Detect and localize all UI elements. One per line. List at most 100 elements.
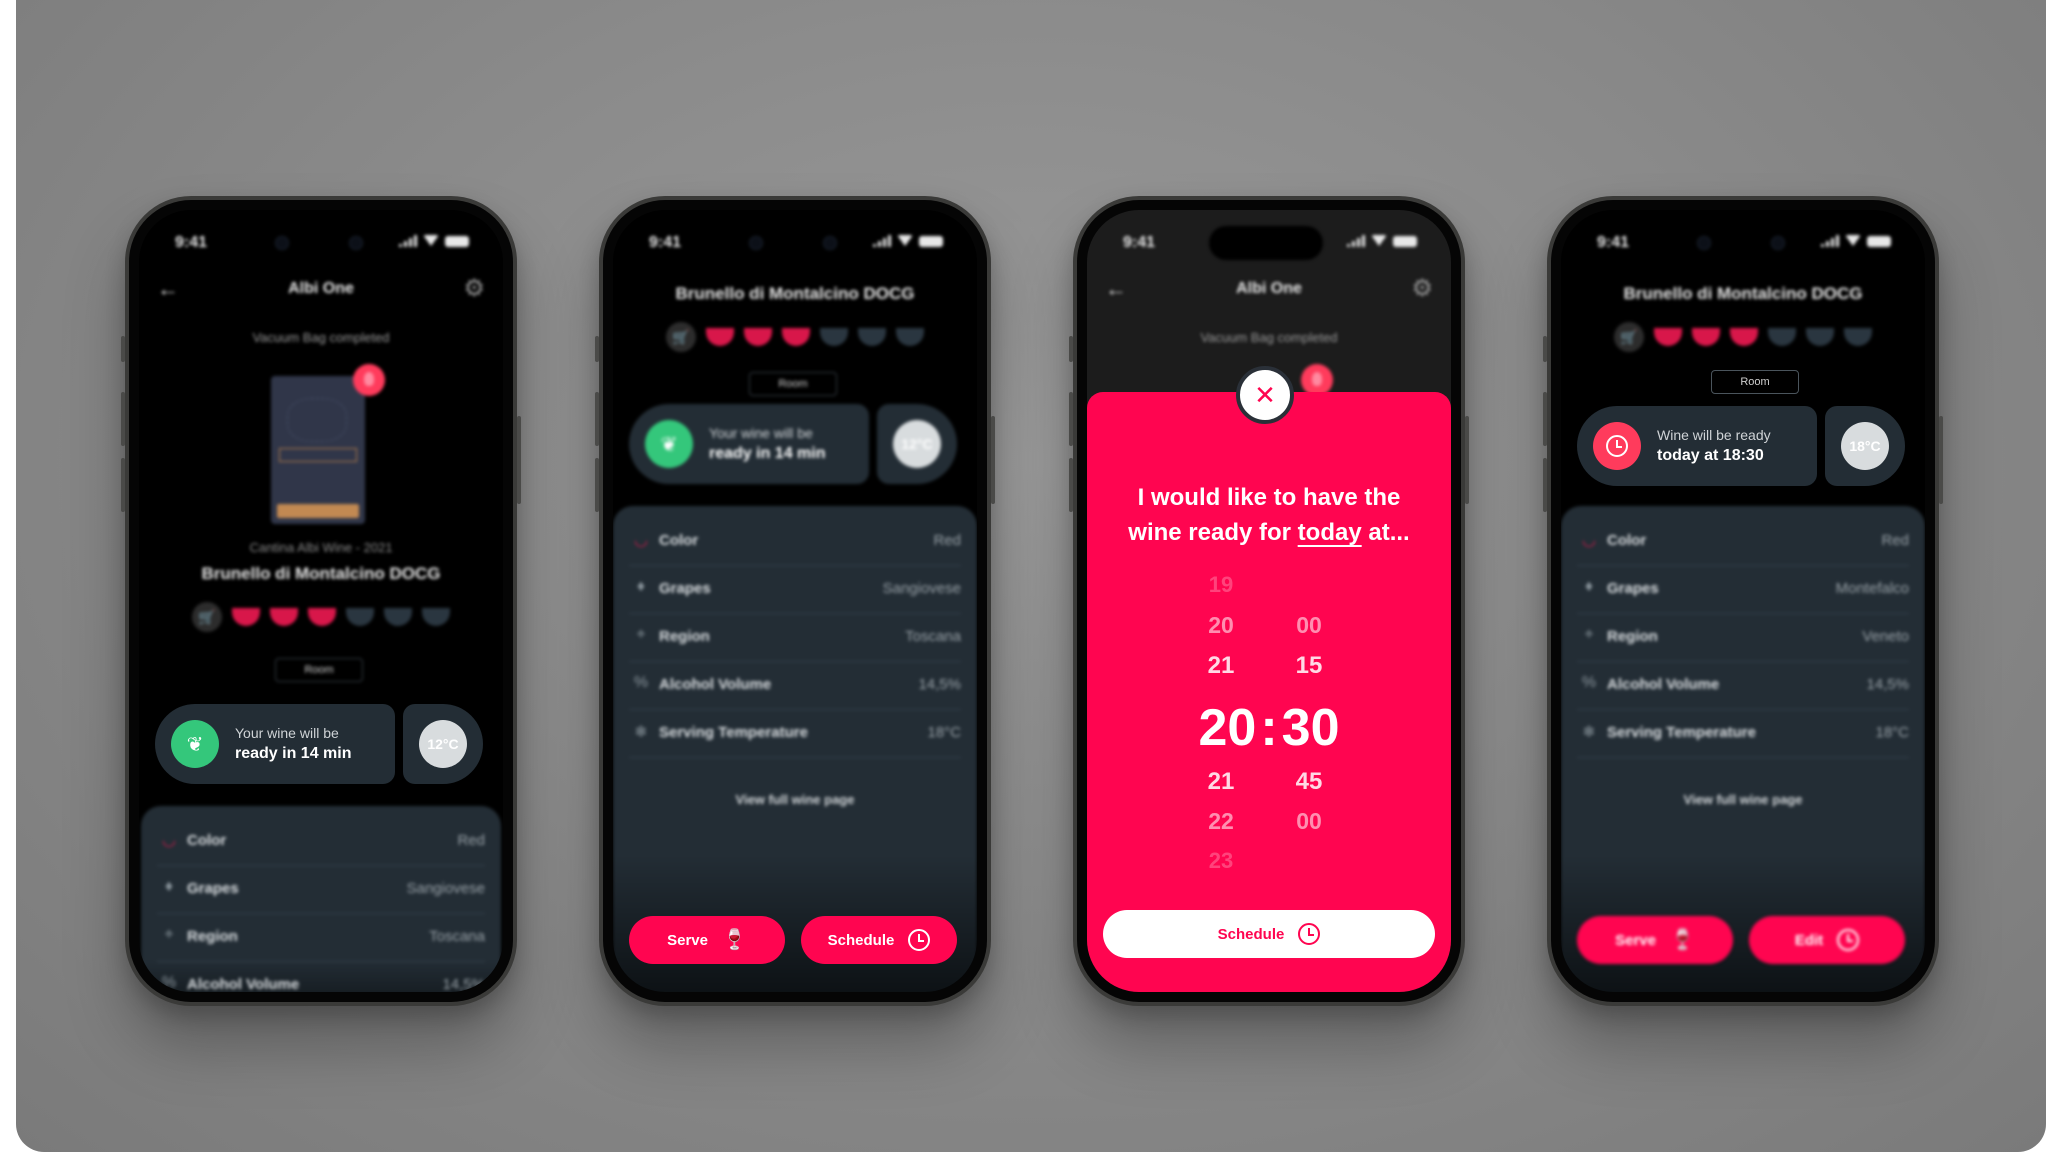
glass-filled-icon (1692, 328, 1720, 346)
hour-option[interactable]: 23 (1191, 848, 1251, 874)
detail-row-alcohol: % Alcohol Volume 14,5% (629, 662, 961, 710)
prompt-line-1: I would like to have the (1137, 484, 1401, 511)
temperature-card[interactable]: 18°C (1825, 406, 1905, 486)
sensor-icon (1771, 236, 1785, 250)
glass-empty-icon (896, 328, 924, 346)
minute-option[interactable]: 00 (1279, 612, 1339, 639)
temperature-value: 18°C (1841, 422, 1889, 470)
action-button (595, 336, 599, 362)
hour-option[interactable]: 21 (1191, 652, 1251, 680)
cart-icon[interactable]: 🛒 (666, 322, 696, 352)
cart-icon[interactable]: 🛒 (1614, 322, 1644, 352)
camera-icon (275, 236, 289, 250)
edit-button[interactable]: Edit (1749, 916, 1905, 964)
snowflake-icon: ❄ (1582, 724, 1596, 741)
view-full-wine-page-link[interactable]: View full wine page (1561, 792, 1925, 807)
intensity-rating: 🛒 (1561, 322, 1925, 352)
hour-option[interactable]: 21 (1191, 768, 1251, 796)
temperature-card[interactable]: 12°C (403, 704, 483, 784)
location-pin-icon: ⌖ (636, 626, 646, 643)
dynamic-island (1209, 226, 1323, 260)
signal-icon (873, 235, 891, 247)
temperature-value: 12°C (419, 720, 467, 768)
minute-option[interactable]: 00 (1279, 808, 1339, 835)
gear-icon[interactable]: ⚙ (1411, 274, 1433, 303)
drop-badge-icon[interactable] (353, 364, 385, 396)
detail-row-color: ◡ Color Red (629, 518, 961, 566)
wine-details-panel: ◡ Color Red ♦ Grapes Sangiovese ⌖ Region… (141, 806, 501, 992)
gear-icon[interactable]: ⚙ (463, 274, 485, 303)
close-sheet-button[interactable]: ✕ (1236, 366, 1294, 424)
glass-empty-icon (858, 328, 886, 346)
detail-row-grapes: ♦ Grapes Montefalco (1577, 566, 1909, 614)
glass-filled-icon (232, 608, 260, 626)
volume-up-button (1543, 392, 1547, 446)
status-time: 9:41 (175, 234, 208, 251)
selected-minute[interactable]: 30 (1282, 699, 1340, 757)
battery-icon (445, 235, 469, 247)
volume-down-button (1543, 458, 1547, 512)
schedule-confirm-button[interactable]: Schedule (1103, 910, 1435, 958)
view-full-wine-page-link[interactable]: View full wine page (613, 792, 977, 807)
phone-2-screen: 9:41 Brunello di Montalcino DOCG 🛒 Room … (613, 210, 977, 992)
signal-icon (399, 235, 417, 247)
wifi-icon (897, 235, 913, 247)
nav-bar: ← Albi One ⚙ (139, 274, 503, 304)
serve-label: Serve (1615, 931, 1656, 949)
schedule-button[interactable]: Schedule (801, 916, 957, 964)
grape-icon: ♦ (1584, 578, 1594, 595)
room-chip[interactable]: Room (275, 658, 363, 682)
schedule-label: Schedule (827, 931, 895, 949)
hour-option[interactable]: 22 (1191, 808, 1251, 835)
grape-icon: ♦ (636, 578, 646, 595)
vacuum-status-text: Vacuum Bag completed (1200, 330, 1338, 345)
room-chip[interactable]: Room (749, 372, 837, 396)
schedule-sheet: I would like to have the wine ready for … (1087, 392, 1451, 992)
wine-bottle-image (271, 376, 365, 524)
room-chip[interactable]: Room (1711, 370, 1799, 394)
time-picker[interactable]: 19 20 21 00 15 20:30 21 22 23 45 00 (1087, 572, 1451, 882)
hour-option[interactable]: 20 (1191, 612, 1251, 639)
sensor-icon (823, 236, 837, 250)
intensity-rating: 🛒 (613, 322, 977, 352)
wine-glass-icon: 🍷 (1669, 929, 1695, 951)
glass-empty-icon (820, 328, 848, 346)
scheduled-status-card: Wine will be ready today at 18:30 (1577, 406, 1817, 486)
wine-name: Brunello di Montalcino DOCG (1623, 284, 1863, 303)
detail-row-serving-temp: ❄ Serving Temperature 18°C (1577, 710, 1909, 758)
minute-option[interactable]: 15 (1279, 652, 1339, 680)
status-bar: 9:41 (613, 232, 977, 256)
serve-button[interactable]: Serve 🍷 (629, 916, 785, 964)
location-pin-icon: ⌖ (1584, 626, 1594, 643)
detail-row-grapes: ♦ Grapes Sangiovese (157, 866, 485, 914)
action-button (121, 336, 125, 362)
glass-empty-icon (384, 608, 412, 626)
day-selector-link[interactable]: today (1298, 519, 1362, 546)
serve-button[interactable]: Serve 🍷 (1577, 916, 1733, 964)
phone-2-ready-status: 9:41 Brunello di Montalcino DOCG 🛒 Room … (595, 196, 995, 1006)
minute-option[interactable]: 45 (1279, 768, 1339, 796)
phone-1-wine-detail: 9:41 ← Albi One ⚙ Vacuum Bag completed C… (121, 196, 521, 1006)
action-button (1543, 336, 1547, 362)
clock-icon (908, 929, 931, 951)
wine-glass-icon: ◡ (162, 832, 176, 849)
selected-hour[interactable]: 20 (1198, 699, 1256, 757)
status-bar: 9:41 (1087, 226, 1451, 260)
wine-name: Brunello di Montalcino DOCG (201, 564, 441, 583)
volume-up-button (121, 392, 125, 446)
percent-icon: % (161, 974, 177, 991)
detail-row-alcohol: % Alcohol Volume 14,5% (157, 962, 485, 992)
ready-status-card: ❦ Your wine will be ready in 14 min (155, 704, 395, 784)
temperature-card[interactable]: 12°C (877, 404, 957, 484)
nav-bar: ← Albi One ⚙ (1087, 274, 1451, 304)
volume-down-button (121, 458, 125, 512)
glass-filled-icon (1654, 328, 1682, 346)
cart-icon[interactable]: 🛒 (192, 602, 222, 632)
hour-option[interactable]: 19 (1191, 572, 1251, 598)
phone-3-screen: 9:41 ← Albi One ⚙ Vacuum Bag completed ✕ (1087, 210, 1451, 992)
status-time: 9:41 (1597, 234, 1630, 251)
power-button (517, 416, 521, 504)
status-time: 9:41 (1123, 234, 1156, 251)
vacuum-status-text: Vacuum Bag completed (252, 330, 390, 345)
serve-label: Serve (667, 931, 708, 949)
